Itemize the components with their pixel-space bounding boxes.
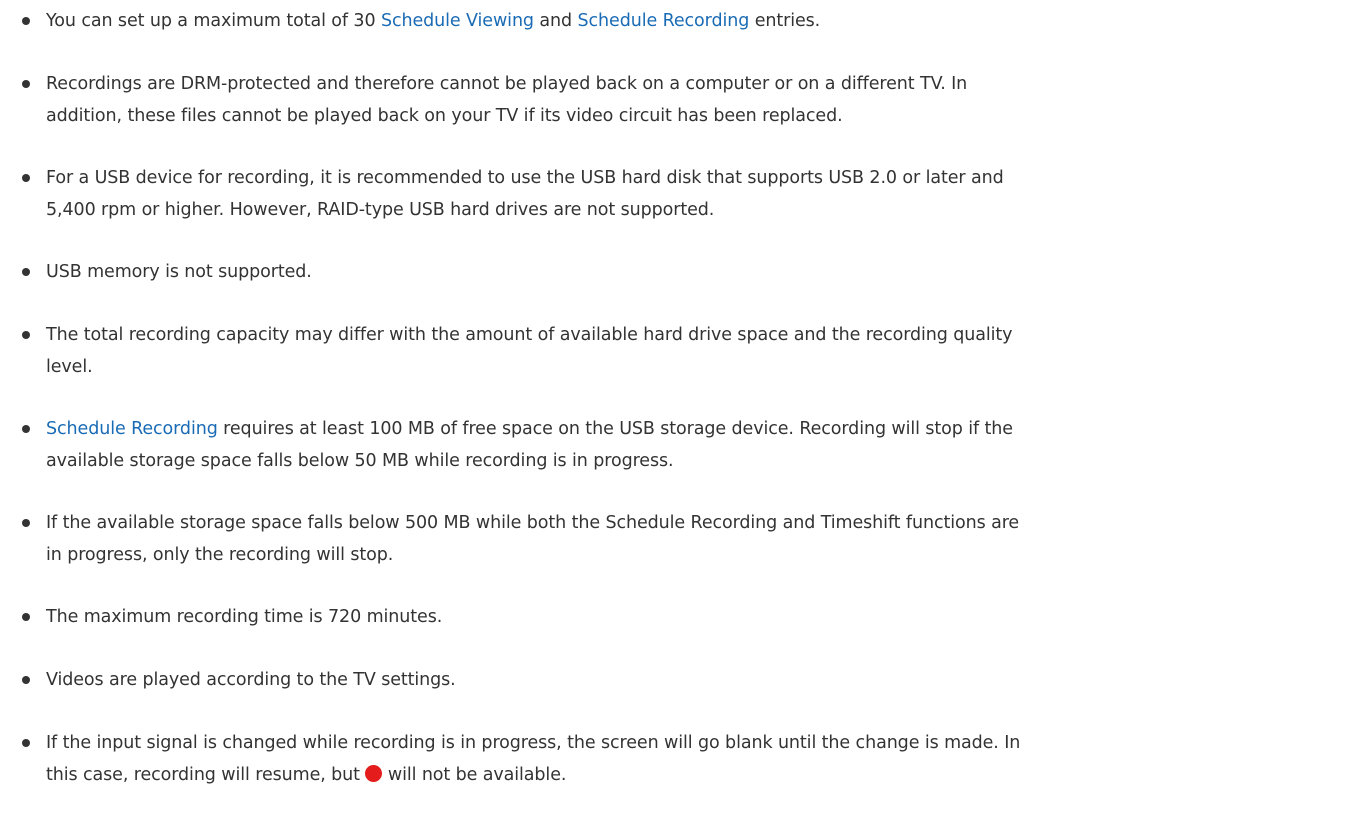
bullet-icon <box>22 739 30 747</box>
schedule-recording-link[interactable]: Schedule Recording <box>46 419 218 439</box>
list-item-text: You can set up a maximum total of 30 Sch… <box>46 5 1346 37</box>
item-text-mid: and <box>533 11 578 31</box>
item-line-2-pre: this case, recording will resume, but <box>46 765 366 785</box>
list-item-text: The total recording capacity may differ … <box>46 319 1346 383</box>
list-item-text: Videos are played according to the TV se… <box>46 664 1346 696</box>
item-line-2: addition, these files cannot be played b… <box>46 106 843 126</box>
item-line-1: Videos are played according to the TV se… <box>46 670 456 690</box>
bullet-icon <box>22 268 30 276</box>
list-item-text: If the input signal is changed while rec… <box>46 727 1346 791</box>
item-line-1-rest: requires at least 100 MB of free space o… <box>217 419 1013 439</box>
item-text-post: entries. <box>749 11 821 31</box>
item-line-2: in progress, only the recording will sto… <box>46 545 394 565</box>
list-item-text: The maximum recording time is 720 minute… <box>46 601 1346 633</box>
item-line-1: For a USB device for recording, it is re… <box>46 168 1004 188</box>
bullet-icon <box>22 425 30 433</box>
item-line-1: The maximum recording time is 720 minute… <box>46 607 443 627</box>
item-line-2: available storage space falls below 50 M… <box>46 451 674 471</box>
bullet-icon <box>22 613 30 621</box>
item-line-2-post: will not be available. <box>382 765 567 785</box>
bullet-icon <box>22 519 30 527</box>
bullet-icon <box>22 174 30 182</box>
bullet-icon <box>22 17 30 25</box>
bullet-icon <box>22 80 30 88</box>
item-text-pre: You can set up a maximum total of 30 <box>46 11 381 31</box>
item-line-2: level. <box>46 357 93 377</box>
item-line-1: If the available storage space falls bel… <box>46 513 1020 533</box>
schedule-viewing-link[interactable]: Schedule Viewing <box>381 11 534 31</box>
list-item-text: For a USB device for recording, it is re… <box>46 162 1346 226</box>
record-icon <box>365 765 383 782</box>
schedule-recording-link[interactable]: Schedule Recording <box>578 11 750 31</box>
item-line-2: 5,400 rpm or higher. However, RAID-type … <box>46 200 715 220</box>
item-line-1: USB memory is not supported. <box>46 262 312 282</box>
item-line-1: If the input signal is changed while rec… <box>46 733 1021 753</box>
item-line-1: The total recording capacity may differ … <box>46 325 1013 345</box>
list-item-text: Schedule Recording requires at least 100… <box>46 413 1346 477</box>
list-item-text: USB memory is not supported. <box>46 256 1346 288</box>
bullet-icon <box>22 331 30 339</box>
list-item-text: Recordings are DRM-protected and therefo… <box>46 68 1346 132</box>
bullet-icon <box>22 676 30 684</box>
item-line-1: Recordings are DRM-protected and therefo… <box>46 74 968 94</box>
list-item-text: If the available storage space falls bel… <box>46 507 1346 571</box>
